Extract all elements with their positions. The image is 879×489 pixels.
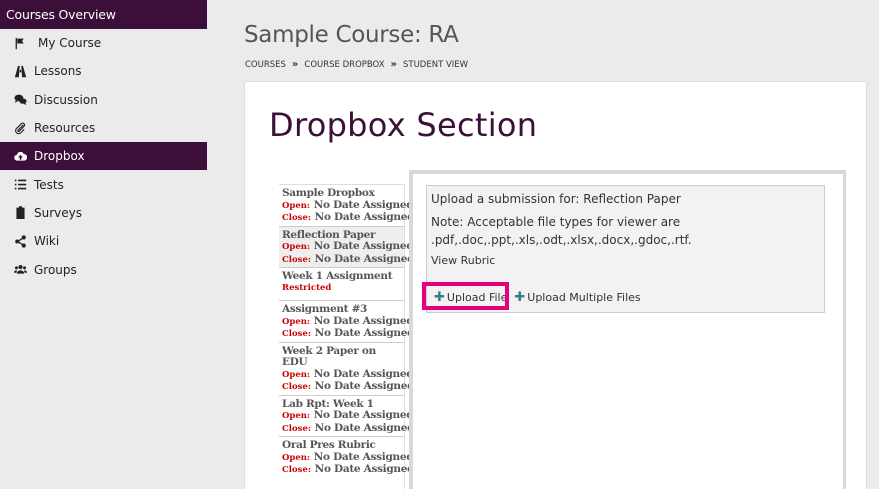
assignment-title: Week 2 Paper on EDU	[282, 344, 376, 368]
assignment-item-sample-dropbox[interactable]: Sample Dropbox Open: No Date Assigned Cl…	[279, 185, 414, 227]
sidebar-header[interactable]: Courses Overview	[0, 0, 207, 29]
highlight-box	[422, 282, 509, 310]
sidebar-item-wiki[interactable]: Wiki	[0, 227, 207, 255]
sidebar-item-lessons[interactable]: Lessons	[0, 57, 207, 85]
sidebar-item-label: Resources	[34, 121, 96, 136]
flag-icon	[12, 35, 28, 51]
assignment-item-week-2-paper[interactable]: Week 2 Paper on EDU Open: No Date Assign…	[279, 343, 414, 396]
assignment-item-oral-pres-rubric[interactable]: Oral Pres Rubric Open: No Date Assigned …	[279, 437, 414, 478]
breadcrumb-separator: »	[291, 59, 299, 70]
open-date: No Date Assigned	[313, 240, 414, 252]
breadcrumb-separator: »	[390, 59, 397, 70]
upload-box: Upload a submission for: Reflection Pape…	[422, 185, 825, 313]
close-label: Close:	[282, 213, 311, 223]
close-label: Close:	[282, 254, 311, 265]
close-label: Close:	[282, 329, 311, 339]
sidebar-item-label: Discussion	[34, 92, 98, 107]
sidebar-item-label: Lessons	[34, 64, 82, 79]
plus-icon: ✚	[514, 290, 526, 305]
sidebar-item-dropbox[interactable]: Dropbox	[0, 142, 207, 171]
open-date: No Date Assigned	[313, 409, 414, 421]
assignment-list: Sample Dropbox Open: No Date Assigned Cl…	[279, 184, 414, 489]
sidebar: Courses Overview My Course Lessons Discu…	[0, 0, 207, 489]
open-date: No Date Assigned	[313, 198, 414, 211]
sidebar-item-groups[interactable]: Groups	[0, 255, 207, 283]
restricted-label: Restricted	[282, 282, 332, 293]
close-label: Close:	[282, 382, 311, 392]
open-label: Open:	[282, 369, 311, 380]
upload-multiple-files-button[interactable]: ✚ Upload Multiple Files	[514, 290, 640, 305]
sidebar-item-discussion[interactable]: Discussion	[0, 86, 207, 114]
assignment-item-week-1-assignment[interactable]: Week 1 Assignment Restricted	[279, 268, 404, 301]
close-label: Close:	[282, 423, 311, 434]
assignment-title: Week 1 Assignment	[282, 270, 393, 282]
sidebar-item-resources[interactable]: Resources	[0, 114, 207, 142]
section-title: Dropbox Section	[269, 106, 538, 144]
close-date: No Date Assigned	[314, 380, 415, 392]
assignment-item-reflection-paper[interactable]: Reflection Paper Open: No Date Assigned …	[279, 226, 414, 268]
road-icon	[12, 63, 28, 79]
sidebar-item-label: Surveys	[34, 205, 82, 220]
view-rubric-link[interactable]: View Rubric	[431, 252, 820, 270]
dropbox-card: Dropbox Section Sample Dropbox Open: No …	[244, 81, 867, 489]
close-date: No Date Assigned	[314, 421, 415, 434]
page-title: Sample Course: RA	[244, 22, 459, 48]
open-label: Open:	[282, 316, 311, 327]
open-label: Open:	[282, 242, 311, 252]
open-date: No Date Assigned	[313, 314, 414, 327]
upload-actions: ✚ Upload File ✚ Upload Multiple Files	[422, 282, 641, 310]
sidebar-item-label: Tests	[34, 177, 64, 192]
open-label: Open:	[282, 411, 311, 421]
users-icon	[12, 262, 28, 278]
paperclip-icon	[12, 120, 28, 136]
close-date: No Date Assigned	[314, 463, 415, 475]
sidebar-nav: My Course Lessons Discussion Resources D…	[0, 29, 207, 284]
close-date: No Date Assigned	[314, 252, 415, 265]
sidebar-item-surveys[interactable]: Surveys	[0, 199, 207, 227]
clipboard-icon	[12, 205, 28, 221]
sidebar-item-label: Wiki	[34, 234, 60, 249]
breadcrumb: COURSES » COURSE DROPBOX » STUDENT VIEW	[245, 59, 468, 70]
close-date: No Date Assigned	[314, 327, 415, 339]
upload-file-button[interactable]: ✚ Upload File	[422, 282, 510, 310]
share-icon	[12, 233, 28, 249]
close-date: No Date Assigned	[314, 211, 415, 223]
cloud-upload-icon	[12, 148, 28, 164]
assignment-item-assignment-3[interactable]: Assignment #3 Open: No Date Assigned Clo…	[279, 301, 414, 343]
close-label: Close:	[282, 465, 311, 475]
upload-heading: Upload a submission for: Reflection Pape…	[431, 192, 681, 206]
upload-multiple-label: Upload Multiple Files	[527, 291, 641, 304]
breadcrumb-student-view: STUDENT VIEW	[403, 59, 469, 70]
sidebar-item-my-course[interactable]: My Course	[0, 29, 207, 57]
comments-icon	[12, 92, 28, 108]
breadcrumb-courses[interactable]: COURSES	[245, 60, 286, 70]
sidebar-item-label: Dropbox	[34, 149, 85, 164]
list-icon	[12, 177, 28, 193]
open-label: Open:	[282, 200, 311, 211]
sidebar-item-label: My Course	[38, 36, 102, 51]
open-date: No Date Assigned	[313, 450, 414, 463]
open-label: Open:	[282, 452, 311, 463]
assignment-item-lab-rpt-week-1[interactable]: Lab Rpt: Week 1 Open: No Date Assigned C…	[279, 396, 414, 437]
breadcrumb-course-dropbox[interactable]: COURSE DROPBOX	[304, 60, 384, 70]
sidebar-item-tests[interactable]: Tests	[0, 170, 207, 198]
open-date: No Date Assigned	[313, 367, 414, 380]
file-types-note: Note: Acceptable file types for viewer a…	[431, 215, 692, 247]
sidebar-item-label: Groups	[34, 262, 77, 277]
submission-pane: Upload a submission for: Reflection Pape…	[409, 170, 846, 489]
